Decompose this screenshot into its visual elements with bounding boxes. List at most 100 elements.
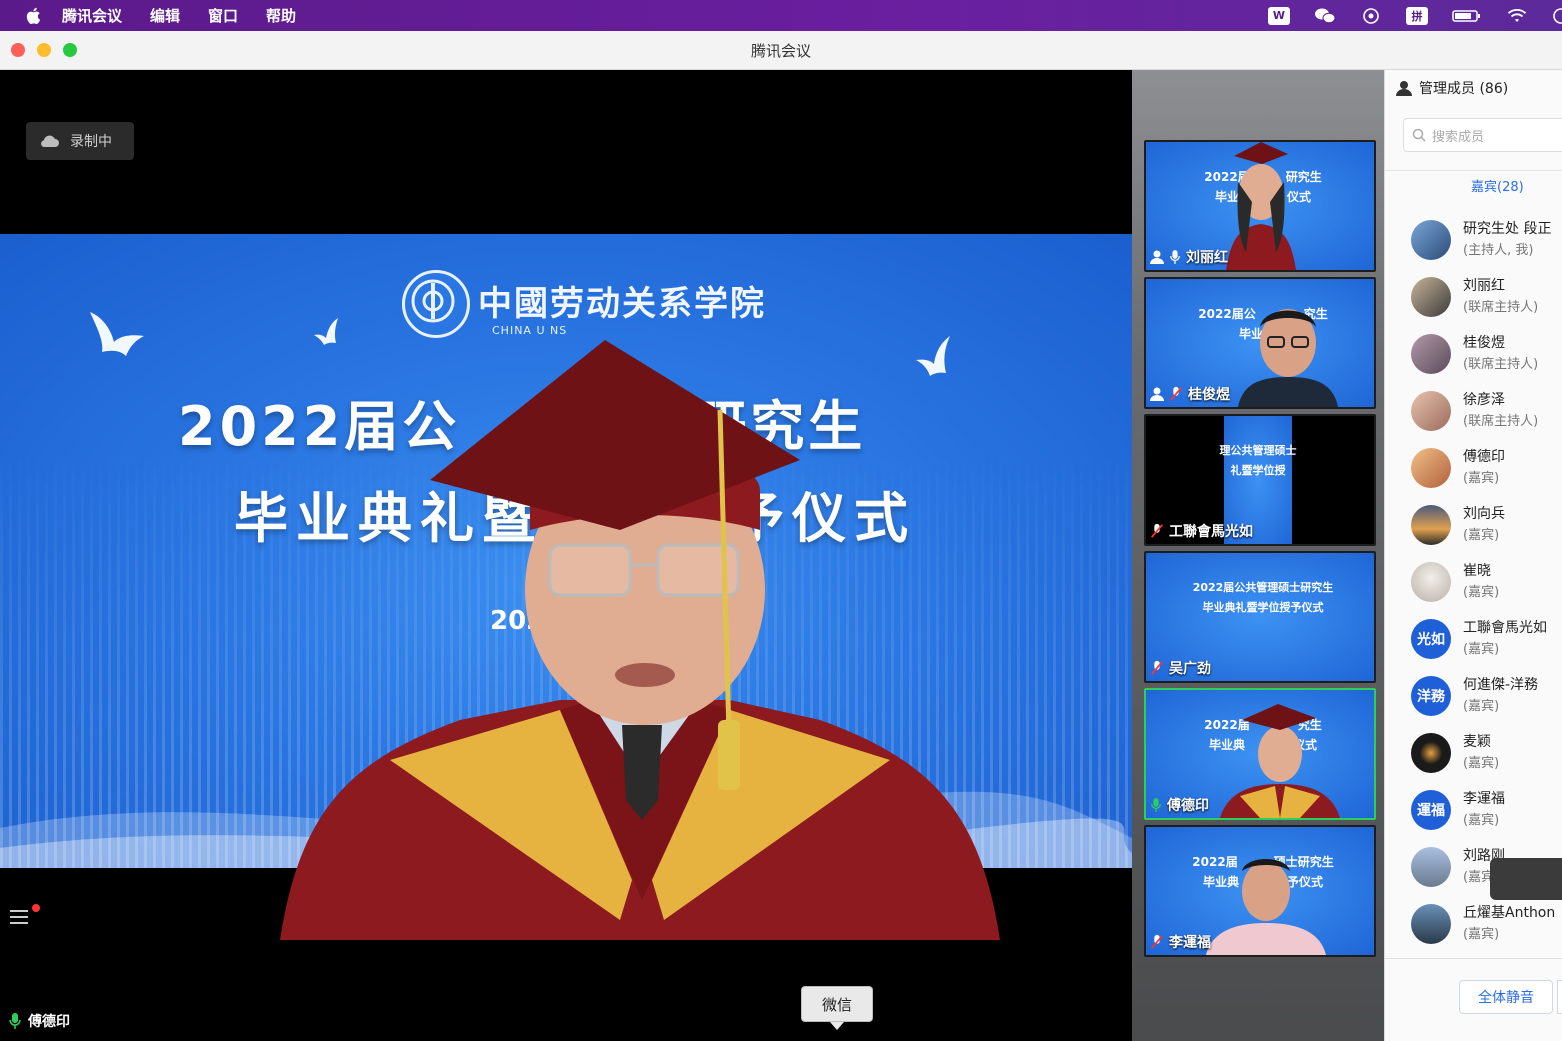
control-center-icon[interactable] xyxy=(1552,7,1562,25)
menu-window[interactable]: 窗口 xyxy=(208,5,238,26)
video-tile[interactable]: 2022届 硕士研究生 毕业典 授予仪式 李運福 xyxy=(1144,825,1376,957)
recording-indicator[interactable]: 录制中 xyxy=(26,122,134,160)
dock-tooltip: 微信 xyxy=(801,986,873,1030)
menu-help[interactable]: 帮助 xyxy=(266,5,296,26)
video-tile[interactable]: 2022届公 究生 毕业典礼 桂俊煜 xyxy=(1144,277,1376,409)
avatar xyxy=(1411,277,1451,317)
apple-icon[interactable] xyxy=(22,7,44,25)
muted-microphone-icon xyxy=(1169,386,1183,401)
tile-name: 桂俊煜 xyxy=(1150,384,1230,404)
video-thumbnails: 2022届 研究生 毕业典 仪式 刘丽红 2022届公 究生 毕业典礼 桂俊煜 … xyxy=(1132,70,1384,1041)
participant-name: 麦颖 xyxy=(1463,734,1491,750)
menu-edit[interactable]: 编辑 xyxy=(150,5,180,26)
avatar xyxy=(1411,847,1451,887)
microphone-icon xyxy=(1151,798,1161,812)
participant-row[interactable]: 徐彦泽 (联席主持人) xyxy=(1385,384,1562,441)
microphone-icon xyxy=(9,1013,21,1029)
avatar xyxy=(1411,334,1451,374)
participant-row[interactable]: 崔晓 (嘉宾) xyxy=(1385,555,1562,612)
participant-row[interactable]: 刘向兵 (嘉宾) xyxy=(1385,498,1562,555)
floating-self-view[interactable] xyxy=(1490,858,1562,900)
tile-name: 李運福 xyxy=(1150,932,1211,952)
participant-name: 刘丽红 xyxy=(1463,278,1505,294)
search-placeholder: 搜索成员 xyxy=(1432,129,1485,145)
video-tile-active-speaker[interactable]: 2022届 究生 毕业典 予仪式 傅德印 xyxy=(1144,688,1376,820)
active-speaker-label: 傅德印 xyxy=(8,1011,70,1031)
participant-row[interactable]: 刘丽红 (联席主持人) xyxy=(1385,270,1562,327)
wechat-tray-icon[interactable] xyxy=(1314,7,1336,25)
main-video-stage[interactable]: 录制中 中國劳动关系学院 CHINA U NS 2022届公 研究生 毕业典礼暨… xyxy=(0,70,1132,1041)
muted-microphone-icon xyxy=(1150,934,1164,949)
panel-footer-divider xyxy=(1385,958,1562,959)
participant-row[interactable]: 運福 李運福 (嘉宾) xyxy=(1385,783,1562,840)
participant-role: (嘉宾) xyxy=(1463,927,1500,942)
participant-name: 李運福 xyxy=(1463,791,1505,807)
participant-row[interactable]: 光如 工聯會馬光如 (嘉宾) xyxy=(1385,612,1562,669)
muted-microphone-icon xyxy=(1150,660,1164,675)
participant-video xyxy=(1220,704,1340,818)
participant-row[interactable]: 麦颖 (嘉宾) xyxy=(1385,726,1562,783)
battery-icon xyxy=(1452,7,1482,25)
school-name: 中國劳动关系学院 xyxy=(478,284,766,324)
avatar xyxy=(1411,733,1451,773)
cloud-icon xyxy=(41,135,59,147)
participant-name: 丘燿基Anthon xyxy=(1463,905,1556,921)
tile-name-text: 桂俊煜 xyxy=(1188,387,1230,403)
user-icon xyxy=(1150,250,1164,264)
participant-name: 何進傑-洋務 xyxy=(1463,677,1539,693)
tile-slide-line2: 毕业典礼暨学位授予仪式 xyxy=(1202,601,1324,614)
participant-role: (联席主持人) xyxy=(1463,300,1539,315)
participant-name: 崔晓 xyxy=(1463,563,1491,579)
avatar: 運福 xyxy=(1411,790,1451,830)
muted-microphone-icon xyxy=(1150,523,1164,538)
presenter-video xyxy=(280,340,1000,940)
tile-name: 傅德印 xyxy=(1150,795,1209,815)
participant-row[interactable]: 洋務 何進傑-洋務 (嘉宾) xyxy=(1385,669,1562,726)
video-tile[interactable]: 理公共管理硕士 礼暨学位授 工聯會馬光如 xyxy=(1144,414,1376,546)
minimize-window-button[interactable] xyxy=(37,43,51,57)
tile-name-text: 吴广劲 xyxy=(1169,661,1211,677)
tab-guests[interactable]: 嘉宾(28) xyxy=(1471,176,1524,195)
avatar xyxy=(1411,562,1451,602)
user-icon xyxy=(1396,81,1412,96)
participant-role: (嘉宾) xyxy=(1463,528,1500,543)
tile-name-text: 傅德印 xyxy=(1167,798,1209,814)
participant-role: (嘉宾) xyxy=(1463,585,1500,600)
participant-role: (联席主持人) xyxy=(1463,414,1539,429)
menu-app-name[interactable]: 腾讯会议 xyxy=(62,5,122,26)
tile-name: 工聯會馬光如 xyxy=(1150,521,1253,541)
more-actions-button[interactable] xyxy=(1557,980,1562,1014)
close-window-button[interactable] xyxy=(11,43,25,57)
wifi-icon[interactable] xyxy=(1506,7,1528,25)
participant-row[interactable]: 傅德印 (嘉宾) xyxy=(1385,441,1562,498)
participant-row[interactable]: 桂俊煜 (联席主持人) xyxy=(1385,327,1562,384)
video-tile[interactable]: 2022届 研究生 毕业典 仪式 刘丽红 xyxy=(1144,140,1376,272)
participant-name: 研究生处 段正 xyxy=(1463,221,1552,237)
avatar xyxy=(1411,391,1451,431)
participant-role: (嘉宾) xyxy=(1463,471,1500,486)
participant-role: (嘉宾) xyxy=(1463,756,1500,771)
participant-row[interactable]: 丘燿基Anthon (嘉宾) xyxy=(1385,897,1562,954)
avatar xyxy=(1411,220,1451,260)
participant-video xyxy=(1226,142,1296,270)
screen-share-control-icon[interactable] xyxy=(8,902,42,932)
maximize-window-button[interactable] xyxy=(63,43,77,57)
screen-record-tray-icon[interactable] xyxy=(1360,7,1382,25)
tile-slide-line1: 理公共管理硕士 xyxy=(1219,444,1297,457)
video-tile[interactable]: 2022届公共管理硕士研究生 毕业典礼暨学位授予仪式 吴广劲 xyxy=(1144,551,1376,683)
tile-slide-line1: 2022届公共管理硕士研究生 xyxy=(1192,581,1334,594)
word-tray-icon[interactable]: W xyxy=(1268,6,1290,25)
avatar: 洋務 xyxy=(1411,676,1451,716)
participant-role: (嘉宾) xyxy=(1463,813,1500,828)
tile-name-text: 工聯會馬光如 xyxy=(1169,524,1253,540)
participant-name: 徐彦泽 xyxy=(1463,392,1505,408)
participant-row[interactable]: 研究生处 段正 (主持人, 我) xyxy=(1385,213,1562,270)
mute-all-button[interactable]: 全体静音 xyxy=(1459,980,1553,1014)
panel-title: 管理成员 (86) xyxy=(1419,81,1509,97)
school-logo xyxy=(402,270,470,338)
member-search-input[interactable]: 搜索成员 xyxy=(1403,118,1562,152)
input-method-icon[interactable]: 拼 xyxy=(1406,6,1428,25)
avatar xyxy=(1411,448,1451,488)
microphone-icon xyxy=(1170,250,1180,264)
tile-slide-line2: 礼暨学位授 xyxy=(1230,464,1286,477)
